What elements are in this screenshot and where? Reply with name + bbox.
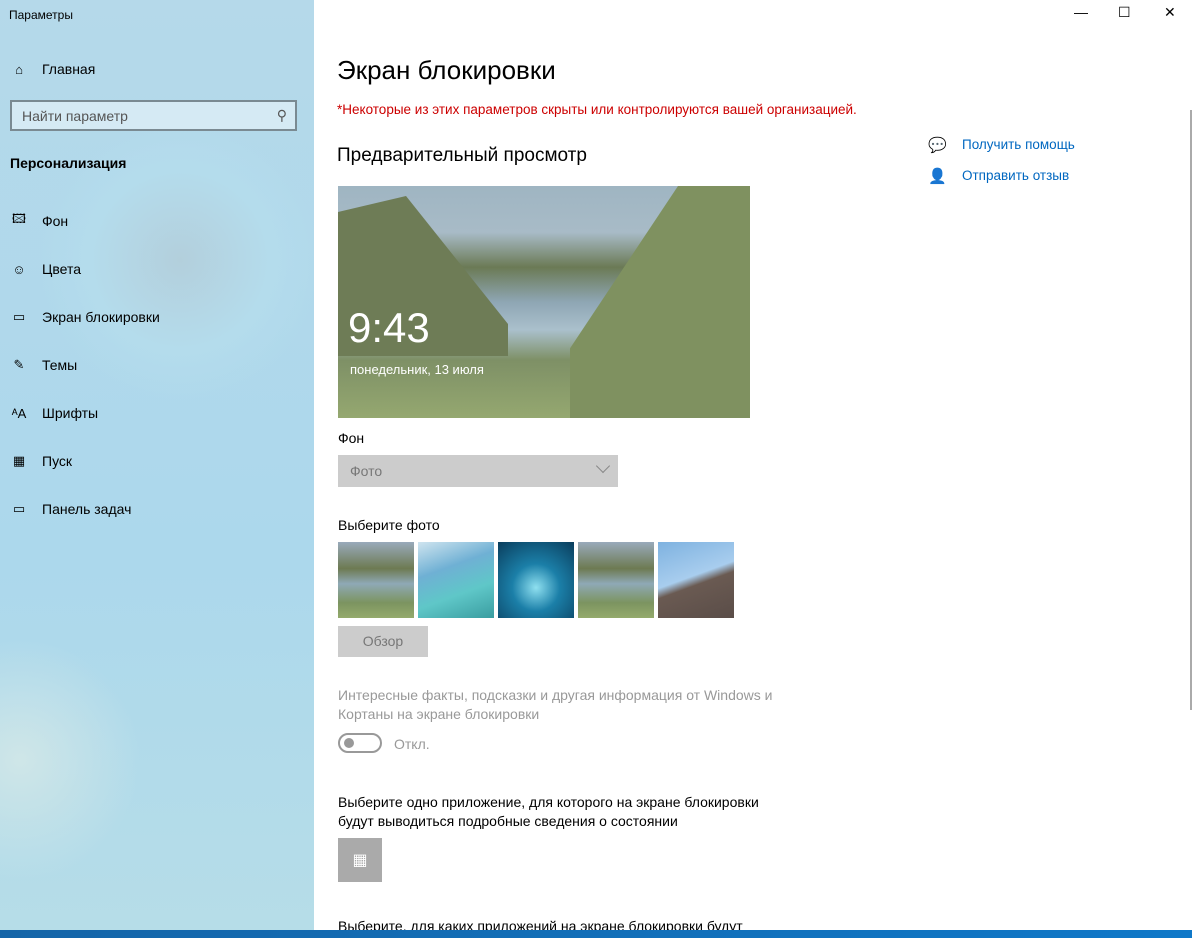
preview-heading: Предварительный просмотр (337, 145, 587, 166)
taskbar-icon: ▭ (12, 501, 26, 516)
sidebar-item-background[interactable]: 🖾 Фон (10, 211, 69, 229)
search-placeholder: Найти параметр (22, 108, 128, 124)
link-label: Отправить отзыв (962, 168, 1070, 183)
taskbar (0, 930, 1192, 938)
page-title: Экран блокировки (337, 55, 556, 85)
photo-thumbnail[interactable] (418, 542, 494, 618)
search-input[interactable]: Найти параметр ⚲ (10, 100, 297, 131)
sidebar-item-label: Фон (42, 213, 69, 229)
mountain-right (570, 186, 750, 418)
photo-thumbnails (338, 542, 734, 618)
palette-icon: ☺ (12, 261, 26, 277)
sidebar: Параметры ⌂ Главная Найти параметр ⚲ Персо… (0, 0, 314, 930)
photo-thumbnail[interactable] (578, 542, 654, 618)
app-detail-label: Выберите одно приложение, для которого н… (338, 794, 759, 829)
sidebar-item-label: Главная (42, 61, 96, 77)
close-button[interactable]: ✕ (1164, 4, 1176, 21)
sidebar-item-label: Цвета (42, 261, 81, 277)
sidebar-item-colors[interactable]: ☺ Цвета (10, 261, 81, 277)
toggle-state: Откл. (394, 736, 430, 752)
facts-label: Интересные факты, подсказки и другая инф… (338, 687, 773, 722)
lock-screen-icon: ▭ (12, 309, 26, 324)
sidebar-item-taskbar[interactable]: ▭ Панель задач (10, 501, 132, 517)
section-heading: Персонализация (10, 155, 127, 171)
sidebar-item-label: Панель задач (42, 501, 132, 517)
sidebar-item-themes[interactable]: ✎ Темы (10, 357, 78, 373)
detail-app-button[interactable]: ▦ (338, 838, 382, 882)
sidebar-item-fonts[interactable]: ᴬA Шрифты (10, 405, 98, 421)
sidebar-item-label: Экран блокировки (42, 309, 160, 325)
quick-status-label: Выберите, для каких приложений на экране… (338, 918, 743, 930)
search-icon: ⚲ (276, 107, 287, 123)
maximize-button[interactable]: ☐ (1118, 4, 1131, 21)
preview-date: понедельник, 13 июля (350, 362, 484, 377)
background-dropdown[interactable]: Фото (338, 455, 618, 487)
background-label: Фон (338, 430, 365, 446)
window-title: Параметры (9, 8, 73, 22)
feedback-icon: 👤 (928, 167, 947, 185)
themes-icon: ✎ (13, 357, 25, 372)
fonts-icon: ᴬA (11, 405, 27, 421)
lock-screen-preview: 9:43 понедельник, 13 июля (338, 186, 750, 418)
minimize-button[interactable]: — (1074, 4, 1088, 20)
start-icon: ▦ (12, 453, 26, 468)
picture-icon: 🖾 (11, 211, 27, 226)
photo-thumbnail[interactable] (338, 542, 414, 618)
home-icon: ⌂ (15, 61, 23, 77)
policy-warning: *Некоторые из этих параметров скрыты или… (337, 102, 857, 117)
sidebar-item-label: Темы (42, 357, 78, 373)
get-help-link[interactable]: 💬 Получить помощь (928, 137, 1075, 154)
choose-photo-label: Выберите фото (338, 517, 440, 533)
sidebar-item-label: Пуск (42, 453, 73, 469)
sidebar-item-lock-screen[interactable]: ▭ Экран блокировки (10, 309, 160, 325)
main-content: — ☐ ✕ Экран блокировки *Некоторые из эти… (314, 0, 1192, 930)
photo-thumbnail[interactable] (658, 542, 734, 618)
sidebar-item-start[interactable]: ▦ Пуск (10, 453, 72, 469)
chevron-down-icon (595, 458, 611, 474)
preview-time: 9:43 (348, 304, 430, 351)
feedback-link[interactable]: 👤 Отправить отзыв (928, 168, 1070, 185)
calendar-icon: ▦ (352, 852, 368, 869)
photo-thumbnail[interactable] (498, 542, 574, 618)
dropdown-value: Фото (350, 463, 383, 479)
help-chat-icon: 💬 (928, 136, 947, 154)
browse-button[interactable]: Обзор (338, 626, 428, 657)
sidebar-item-label: Шрифты (42, 405, 99, 421)
sidebar-item-home[interactable]: ⌂ Главная (10, 61, 95, 77)
link-label: Получить помощь (962, 137, 1075, 152)
facts-toggle[interactable] (338, 733, 382, 753)
